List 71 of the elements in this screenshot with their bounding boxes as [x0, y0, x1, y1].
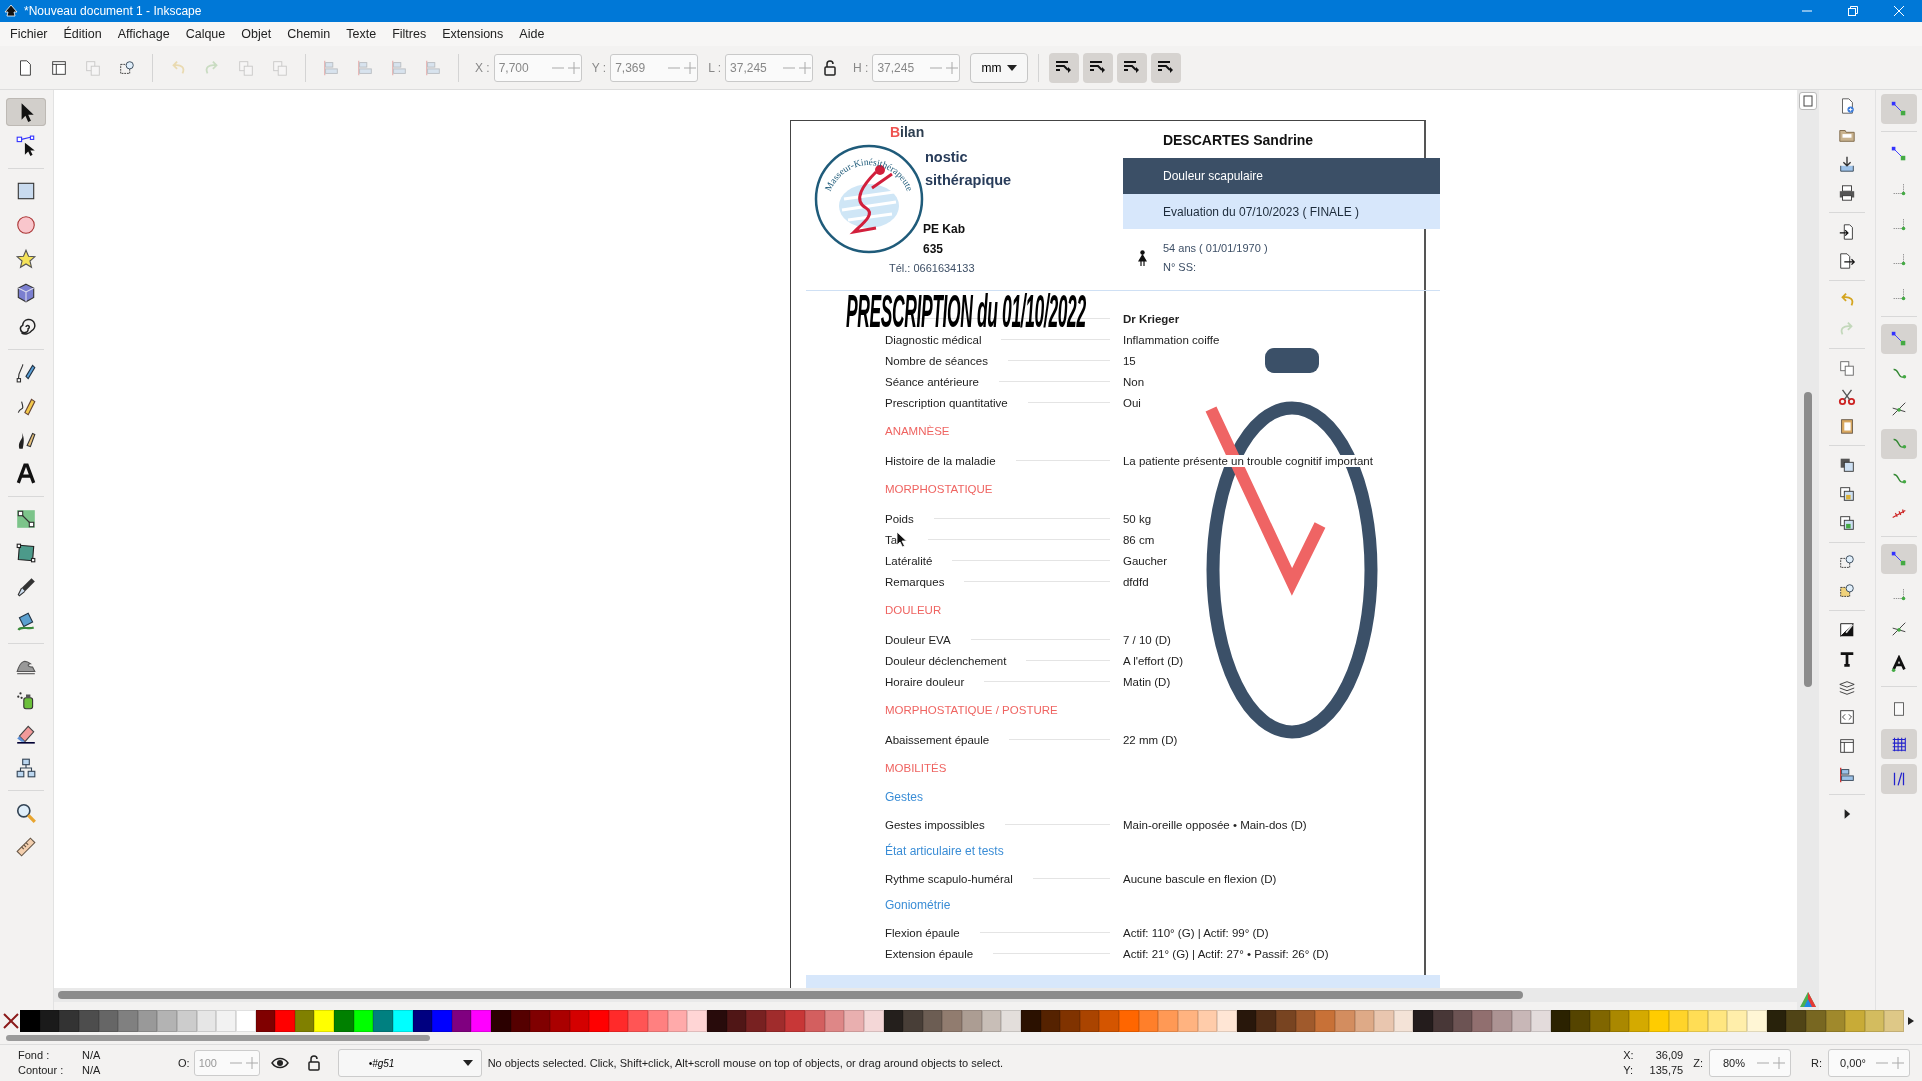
menu-item[interactable]: Filtres [384, 24, 435, 44]
field-label: L : [708, 60, 722, 75]
menu-item[interactable]: Texte [338, 24, 385, 44]
row-label: Gestes impossibles [884, 818, 985, 831]
subsection-heading: État articulaire et tests [884, 844, 1004, 858]
subsection-heading: Gestes [884, 790, 923, 804]
social-security-label: N° SS: [1162, 260, 1198, 275]
phone-number: Tél.: 0661634133 [888, 261, 976, 276]
number-field[interactable]: 7,369 [610, 53, 699, 82]
cursor-y-value: 135,75 [1648, 1063, 1684, 1078]
opacity-label: O: [178, 1057, 190, 1069]
cursor-y-label: Y: [1623, 1063, 1634, 1078]
row-label: Latéralité [884, 554, 933, 567]
field-label: H : [853, 60, 869, 75]
field-label: X : [475, 60, 490, 75]
row-label: Remarques [884, 575, 945, 588]
menu-item[interactable]: Édition [55, 24, 110, 44]
menu-item[interactable]: Chemin [279, 24, 339, 44]
row-label: Flexion épaule [884, 926, 960, 939]
row-label: Nombre de séances [884, 354, 988, 367]
patient-name: DESCARTES Sandrine [1161, 131, 1315, 150]
row-label: Douleur déclenchement [884, 654, 1007, 667]
zoom-label: Z: [1693, 1057, 1703, 1069]
rotation-field[interactable]: 0,00° [1828, 1049, 1910, 1077]
menu-item[interactable]: Affichage [109, 24, 178, 44]
field-label: Y : [591, 60, 607, 75]
row-label: Histoire de la maladie [884, 454, 996, 467]
evaluation-banner: Evaluation du 07/10/2023 ( FINALE ) [1122, 194, 1440, 229]
row-label: Extension épaule [884, 947, 974, 960]
practice-info: 635 [922, 241, 944, 258]
row-label: Horaire douleur [884, 675, 965, 688]
fill-label: Fond : [18, 1048, 51, 1063]
number-field[interactable]: 7,700 [493, 53, 582, 82]
complaint-banner: Douleur scapulaire [1122, 158, 1440, 194]
section-heading: ANAMNÈSE [884, 425, 950, 437]
row-label: Rythme scapulo-huméral [884, 872, 1013, 885]
unit-dropdown[interactable]: mm [970, 52, 1029, 83]
report-subtitle: nostic [924, 148, 969, 167]
stroke-label: Contour : [18, 1063, 65, 1078]
number-field[interactable]: 37,245 [872, 53, 961, 82]
row-label: Prescription quantitative [884, 396, 1008, 409]
fill-value: N/A [82, 1048, 102, 1063]
zoom-field[interactable]: 80% [1709, 1049, 1791, 1077]
menu-item[interactable]: Extensions [434, 24, 512, 44]
status-message: No objects selected. Click, Shift+click, Alt+scroll mouse on top of objects, or drag around objects to select. [487, 1057, 1005, 1069]
section-heading: MOBILITÉS [884, 762, 947, 774]
row-label: Séance antérieure [884, 375, 979, 388]
rotation-label: R: [1811, 1057, 1822, 1069]
menu-item[interactable]: Fichier [2, 24, 56, 44]
row-label: Diagnostic médical [884, 333, 982, 346]
report-subtitle: sithérapique [924, 171, 1013, 190]
menu-item[interactable]: Objet [233, 24, 280, 44]
section-heading: DOULEUR [884, 604, 942, 616]
cursor-x-value: 36,09 [1654, 1048, 1684, 1063]
menu-item[interactable]: Aide [511, 24, 553, 44]
prescription-title: PRESCRIPTION du 01/10/2022 [845, 288, 1086, 334]
stroke-value: N/A [82, 1063, 102, 1078]
window-title: *Nouveau document 1 - Inkscape [24, 4, 203, 18]
layer-dropdown[interactable]: •#g51 [337, 1049, 482, 1077]
section-heading: MORPHOSTATIQUE / POSTURE [884, 704, 1058, 716]
row-label: Abaissement épaule [884, 733, 990, 746]
row-label: Douleur EVA [884, 633, 951, 646]
menu-item[interactable]: Calque [177, 24, 234, 44]
subsection-heading: Goniométrie [884, 898, 951, 912]
report-title: Bilan [889, 123, 926, 142]
practice-info: PE Kab [922, 221, 966, 238]
patient-age: 54 ans ( 01/01/1970 ) [1162, 241, 1268, 256]
cursor-x-label: X: [1623, 1048, 1635, 1063]
row-label: Poids [884, 512, 914, 525]
row-label: Ta [884, 533, 898, 546]
section-heading: MORPHOSTATIQUE [884, 483, 993, 495]
